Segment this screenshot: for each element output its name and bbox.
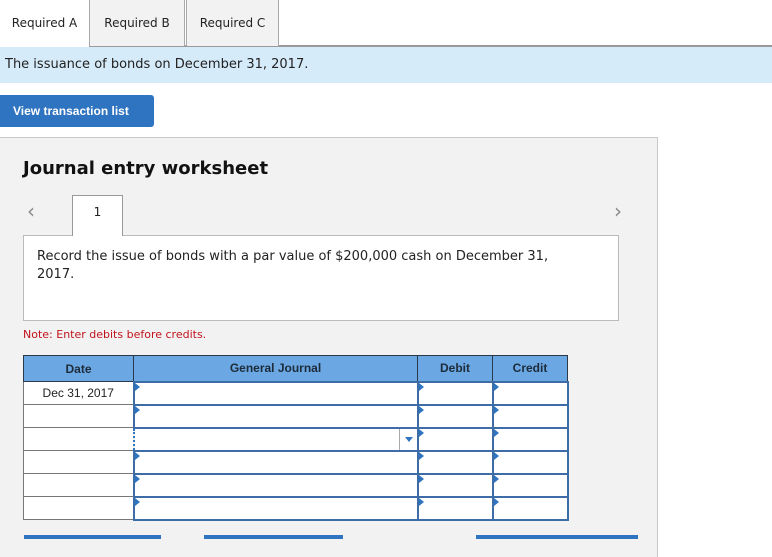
tab-required-b[interactable]: Required B xyxy=(89,0,185,46)
debit-input[interactable] xyxy=(416,380,494,406)
table-row: Dec 31, 2017 xyxy=(23,380,569,406)
debit-input[interactable] xyxy=(416,449,494,475)
requirement-tabs: Required A Required B Required C xyxy=(0,0,772,47)
view-general-journal-button[interactable] xyxy=(476,535,638,539)
debit-input[interactable] xyxy=(416,495,494,521)
date-cell xyxy=(23,404,134,428)
worksheet-title: Journal entry worksheet xyxy=(23,158,269,179)
entry-tab-1[interactable]: 1 xyxy=(72,195,123,236)
debit-input[interactable] xyxy=(416,472,494,498)
header-debit: Debit xyxy=(417,355,493,382)
header-credit: Credit xyxy=(492,355,568,382)
table-row xyxy=(23,495,569,521)
credit-input[interactable] xyxy=(491,472,569,498)
clear-entry-button[interactable] xyxy=(204,535,343,539)
header-general-journal: General Journal xyxy=(133,355,418,382)
input-flag-icon xyxy=(134,497,140,506)
table-row xyxy=(23,426,569,452)
date-cell xyxy=(23,427,134,451)
table-row xyxy=(23,449,569,475)
input-flag-icon xyxy=(134,474,140,483)
tab-required-a[interactable]: Required A xyxy=(0,0,89,47)
debit-input[interactable] xyxy=(416,403,494,429)
account-select[interactable] xyxy=(132,403,419,429)
input-flag-icon xyxy=(493,474,499,483)
input-flag-icon xyxy=(134,405,140,414)
debit-input[interactable] xyxy=(416,426,494,452)
input-flag-icon xyxy=(418,474,424,483)
header-date: Date xyxy=(23,355,134,382)
date-cell xyxy=(23,450,134,474)
credit-input[interactable] xyxy=(491,380,569,406)
view-transaction-list-button[interactable]: View transaction list xyxy=(0,95,154,127)
account-select[interactable] xyxy=(132,472,419,498)
input-flag-icon xyxy=(418,451,424,460)
credit-input[interactable] xyxy=(491,403,569,429)
account-select[interactable] xyxy=(132,449,419,475)
debits-note: Note: Enter debits before credits. xyxy=(23,328,207,341)
chevron-left-icon[interactable]: ‹ xyxy=(27,199,35,223)
input-flag-icon xyxy=(418,382,424,391)
input-flag-icon xyxy=(418,405,424,414)
input-flag-icon xyxy=(418,497,424,506)
account-select[interactable] xyxy=(132,495,419,521)
input-flag-icon xyxy=(418,428,424,437)
chevron-right-icon[interactable]: › xyxy=(614,199,622,223)
table-header-row: Date General Journal Debit Credit xyxy=(23,355,568,382)
input-flag-icon xyxy=(493,497,499,506)
input-flag-icon xyxy=(493,382,499,391)
chevron-down-icon[interactable] xyxy=(398,428,417,450)
table-row xyxy=(23,472,569,498)
input-flag-icon xyxy=(493,428,499,437)
tab-required-c[interactable]: Required C xyxy=(186,0,279,46)
date-cell xyxy=(23,473,134,497)
credit-input[interactable] xyxy=(491,426,569,452)
date-cell: Dec 31, 2017 xyxy=(23,381,134,405)
journal-table: Date General Journal Debit Credit Dec 31… xyxy=(23,355,569,521)
input-flag-icon xyxy=(134,451,140,460)
input-flag-icon xyxy=(493,451,499,460)
input-flag-icon xyxy=(134,382,140,391)
input-flag-icon xyxy=(493,405,499,414)
record-entry-button[interactable] xyxy=(24,535,161,539)
credit-input[interactable] xyxy=(491,495,569,521)
credit-input[interactable] xyxy=(491,449,569,475)
question-info-bar: The issuance of bonds on December 31, 20… xyxy=(0,47,772,83)
date-cell xyxy=(23,496,134,520)
journal-entry-worksheet: Journal entry worksheet ‹ › 1 Record the… xyxy=(0,137,658,557)
table-row xyxy=(23,403,569,429)
account-select-focused[interactable] xyxy=(132,426,419,452)
transaction-description: Record the issue of bonds with a par val… xyxy=(23,235,619,321)
account-select[interactable] xyxy=(132,380,419,406)
